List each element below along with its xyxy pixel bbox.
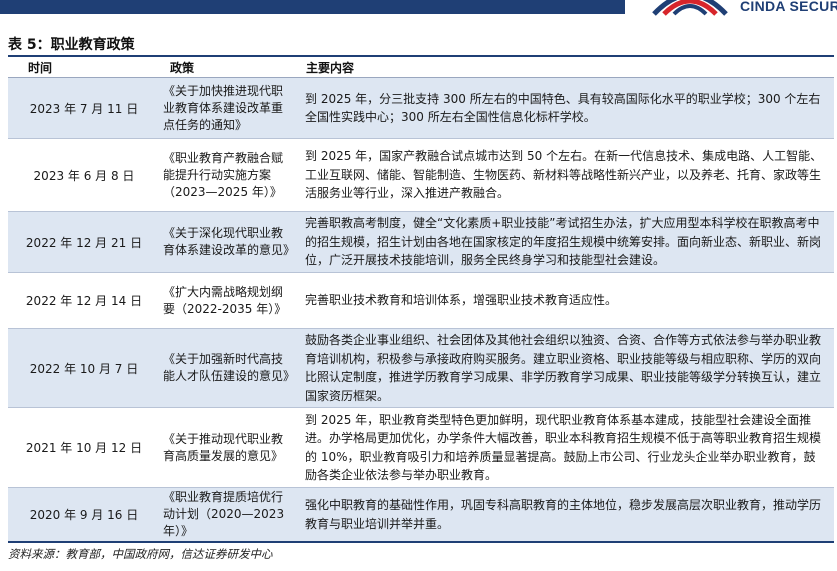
header-band xyxy=(0,0,625,14)
row-policy: 《职业教育产教融合赋能提升行动实施方案（2023—2025 年）》 xyxy=(163,150,284,199)
row-content: 到 2025 年，分三批支持 300 所左右的中国特色、具有较高国际化水平的职业… xyxy=(305,91,821,125)
table-row: 2023 年 7 月 11 日 《关于加快推进现代职业教育体系建设改革重点任务的… xyxy=(8,78,834,138)
row-date: 2023 年 6 月 8 日 xyxy=(33,168,135,183)
column-header-policy: 政策 xyxy=(170,61,195,75)
row-policy: 《关于加快推进现代职业教育体系建设改革重点任务的通知》 xyxy=(163,83,284,132)
row-date: 2022 年 12 月 14 日 xyxy=(25,294,143,308)
row-date: 2023 年 7 月 11 日 xyxy=(29,101,139,116)
table-row: 2023 年 6 月 8 日 《职业教育产教融合赋能提升行动实施方案（2023—… xyxy=(8,139,834,211)
row-content: 到 2025 年，职业教育类型特色更加鲜明，现代职业教育体系基本建成，技能型社会… xyxy=(305,412,822,483)
column-header-content: 主要内容 xyxy=(306,61,355,75)
table-title: 表 5：职业教育政策 xyxy=(8,37,135,53)
table-row: 2022 年 10 月 7 日 《关于加强新时代高技能人才队伍建设的意见》 鼓励… xyxy=(8,329,834,407)
row-content: 完善职业技术教育和培训体系，增强职业技术教育适应性。 xyxy=(305,293,618,308)
source-note: 资料来源：教育部，中国政府网，信达证券研发中心 xyxy=(8,547,273,561)
row-date: 2022 年 10 月 7 日 xyxy=(29,361,139,376)
row-content: 鼓励各类企业事业组织、社会团体及其他社会组织以独资、合资、合作等方式依法参与举办… xyxy=(305,333,822,403)
row-policy: 《关于加强新时代高技能人才队伍建设的意见》 xyxy=(163,352,296,383)
row-policy: 《职业教育提质培优行动计划（2020—2023 年）》 xyxy=(163,490,285,538)
row-content: 强化中职教育的基础性作用，巩固专科高职教育的主体地位，稳步发展高层次职业教育，推… xyxy=(305,498,822,531)
table-header-row: 时间 政策 主要内容 xyxy=(8,57,834,77)
table-bottom-divider xyxy=(8,541,834,543)
cinda-logo-icon xyxy=(652,0,728,16)
row-policy: 《扩大内需战略规划纲要（2022-2035 年）》 xyxy=(163,284,287,316)
row-content: 到 2025 年，国家产教融合试点城市达到 50 个左右。在新一代信息技术、集成… xyxy=(305,149,823,201)
table-row: 2022 年 12 月 14 日 《扩大内需战略规划纲要（2022-2035 年… xyxy=(8,273,834,328)
table-row: 2022 年 12 月 21 日 《关于深化现代职业教育体系建设改革的意见》 完… xyxy=(8,212,834,272)
row-content: 完善职教高考制度，健全“文化素质+职业技能”考试招生办法，扩大应用型本科学校在职… xyxy=(305,216,822,268)
table-row: 2020 年 9 月 16 日 《职业教育提质培优行动计划（2020—2023 … xyxy=(8,488,834,541)
column-header-date: 时间 xyxy=(28,61,53,75)
table-row: 2021 年 10 月 12 日 《关于推动现代职业教育高质量发展的意见》 到 … xyxy=(8,408,834,487)
row-policy: 《关于深化现代职业教育体系建设改革的意见》 xyxy=(163,226,296,257)
row-date: 2021 年 10 月 12 日 xyxy=(25,441,143,455)
row-date: 2020 年 9 月 16 日 xyxy=(29,508,139,522)
brand-name: CINDA SECUR xyxy=(740,0,837,14)
row-policy: 《关于推动现代职业教育高质量发展的意见》 xyxy=(163,431,284,463)
row-date: 2022 年 12 月 21 日 xyxy=(25,235,143,250)
